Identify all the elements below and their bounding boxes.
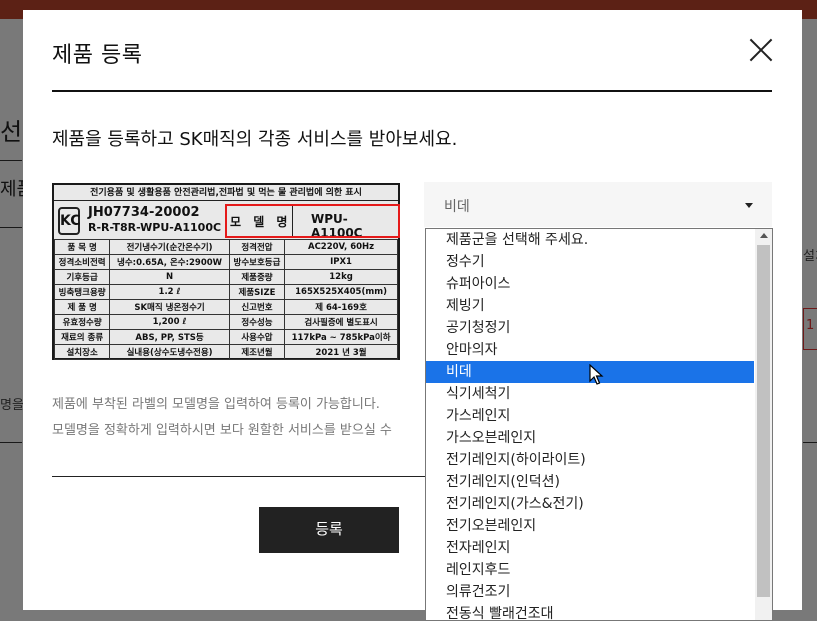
label-spec-cell: 제조년월 (228, 344, 286, 360)
label-spec-cell: N (109, 269, 230, 285)
dropdown-option[interactable]: 전자레인지 (426, 537, 754, 559)
dropdown-scrollbar[interactable] (755, 229, 772, 620)
label-spec-cell: 1.2 ℓ (109, 284, 230, 300)
dropdown-option[interactable]: 전기레인지(인덕션) (426, 471, 754, 493)
dropdown-option[interactable]: 레인지후드 (426, 559, 754, 581)
label-spec-cell: 유효정수량 (53, 314, 111, 330)
label-spec-cell: 검사필증에 별도표시 (284, 314, 398, 330)
label-spec-cell: 품 목 명 (53, 239, 111, 255)
label-spec-cell: 전기냉수기(순간온수기) (109, 239, 230, 255)
label-header: 전기용품 및 생활용품 안전관리법,전파법 및 먹는 물 관리법에 의한 표시 (54, 185, 398, 201)
label-spec-row: 기후등급 N 제품중량 12kg (53, 269, 398, 285)
dropdown-option[interactable]: 가스레인지 (426, 405, 754, 427)
label-spec-cell: 정격전압 (228, 239, 286, 255)
label-spec-table: 품 목 명 전기냉수기(순간온수기) 정격전압 AC220V, 60Hz 정격소비전력 냉… (53, 239, 398, 360)
category-dropdown-list: 전동식 빨래건조대 의류건조기 레인지후드 전자레인지 전기오븐레인지 전기레인지(가스&… (425, 228, 773, 621)
label-spec-cell: 빙축탱크용량 (53, 284, 111, 300)
product-label-image: 전기용품 및 생활용품 안전관리법,전파법 및 먹는 물 관리법에 의한 표시 … (52, 183, 400, 360)
product-label: 전기용품 및 생활용품 안전관리법,전파법 및 먹는 물 관리법에 의한 표시 … (53, 185, 400, 360)
label-spec-cell: 사용수압 (228, 329, 286, 345)
label-spec-cell: 신고번호 (228, 299, 286, 315)
label-spec-cell: 냉수:0.65A, 온수:2900W (109, 254, 230, 270)
dropdown-option[interactable]: 의류건조기 (426, 581, 754, 603)
dropdown-option[interactable]: 전기레인지(하이라이트) (426, 449, 754, 471)
close-icon[interactable] (749, 38, 773, 62)
dropdown-option[interactable]: 전기레인지(가스&전기) (426, 493, 754, 515)
label-spec-cell: 방수보호등급 (228, 254, 286, 270)
label-spec-cell: 설치장소 (53, 344, 111, 360)
dropdown-option[interactable]: 정수기 (426, 251, 754, 273)
label-spec-cell: 제 64-169호 (284, 299, 398, 315)
label-spec-cell: SK매직 냉온정수기 (109, 299, 230, 315)
label-spec-row: 재료의 종류 ABS, PP, STS등 사용수압 117kPa ~ 785kPa이하 (53, 329, 398, 345)
title-divider (52, 90, 772, 92)
label-spec-cell: 2021 년 3월 (284, 344, 398, 360)
label-spec-cell: 정격소비전력 (53, 254, 111, 270)
dropdown-option[interactable]: 전동식 빨래건조대 (426, 603, 754, 620)
select-value: 비데 (444, 199, 470, 215)
label-spec-row: 설치장소 실내용(상수도냉수전용) 제조년월 2021 년 3월 (53, 344, 398, 360)
kc-logo-icon: KC (58, 207, 81, 235)
dropdown-option[interactable]: 전기오븐레인지 (426, 515, 754, 537)
hint-text: 모델명을 정확하게 입력하시면 보다 원할한 서비스를 받으실 수 (52, 423, 392, 438)
category-select[interactable]: 비데 (424, 182, 772, 227)
label-spec-cell: 기후등급 (53, 269, 111, 285)
dropdown-option[interactable]: 공기청정기 (426, 317, 754, 339)
dropdown-option[interactable]: 슈퍼아이스 (426, 273, 754, 295)
dropdown-option[interactable]: 제빙기 (426, 295, 754, 317)
label-spec-cell: 12kg (284, 269, 398, 285)
scroll-up-arrow-icon[interactable] (760, 233, 768, 238)
label-spec-cell: 165X525X405(mm) (284, 284, 398, 300)
label-spec-cell: 117kPa ~ 785kPa이하 (284, 329, 398, 345)
label-spec-row: 빙축탱크용량 1.2 ℓ 제품SIZE 165X525X405(mm) (53, 284, 398, 300)
scroll-thumb[interactable] (757, 245, 770, 597)
mouse-cursor-icon (589, 364, 604, 385)
label-spec-cell: 제 품 명 (53, 299, 111, 315)
label-spec-row: 품 목 명 전기냉수기(순간온수기) 정격전압 AC220V, 60Hz (53, 239, 398, 255)
label-spec-cell: IPX1 (284, 254, 398, 270)
dropdown-option[interactable]: 가스오븐레인지 (426, 427, 754, 449)
dropdown-option[interactable]: 식기세척기 (426, 383, 754, 405)
lead-text: 제품을 등록하고 SK매직의 각종 서비스를 받아보세요. (52, 129, 458, 150)
label-spec-cell: AC220V, 60Hz (284, 239, 398, 255)
label-spec-cell: 제품SIZE (228, 284, 286, 300)
caret-down-icon (745, 203, 753, 208)
label-code: JH07734-20002 (88, 205, 200, 220)
label-spec-cell: 재료의 종류 (53, 329, 111, 345)
model-highlight-box (225, 204, 400, 238)
label-spec-cell: 정수성능 (228, 314, 286, 330)
register-button[interactable]: 등록 (259, 507, 399, 553)
label-spec-cell: 제품중량 (228, 269, 286, 285)
label-spec-row: 유효정수량 1,200 ℓ 정수성능 검사필증에 별도표시 (53, 314, 398, 330)
label-spec-cell: ABS, PP, STS등 (109, 329, 230, 345)
modal-title: 제품 등록 (52, 43, 143, 68)
dropdown-option[interactable]: 안마의자 (426, 339, 754, 361)
hint-text: 제품에 부착된 라벨의 모델명을 입력하여 등록이 가능합니다. (52, 397, 380, 412)
label-spec-cell: 1,200 ℓ (109, 314, 230, 330)
label-code: R-R-T8R-WPU-A1100C (88, 221, 222, 234)
dropdown-option[interactable]: 제품군을 선택해 주세요. (426, 229, 754, 251)
label-spec-cell: 실내용(상수도냉수전용) (109, 344, 230, 360)
label-spec-row: 제 품 명 SK매직 냉온정수기 신고번호 제 64-169호 (53, 299, 398, 315)
label-spec-row: 정격소비전력 냉수:0.65A, 온수:2900W 방수보호등급 IPX1 (53, 254, 398, 270)
